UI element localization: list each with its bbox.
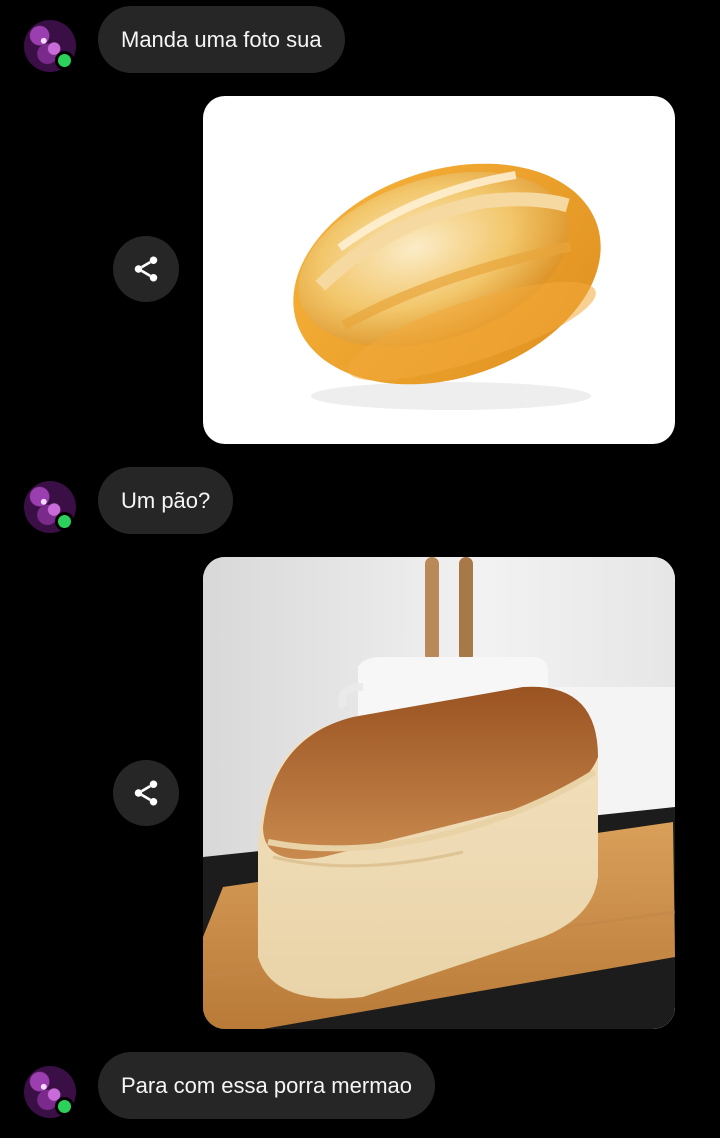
image-message-french-roll[interactable] xyxy=(203,96,675,444)
image-message-loaf[interactable] xyxy=(203,557,675,1029)
message-bubble[interactable]: Manda uma foto sua xyxy=(98,6,345,73)
message-bubble[interactable]: Para com essa porra mermao xyxy=(98,1052,435,1119)
share-button[interactable] xyxy=(113,236,179,302)
share-icon xyxy=(134,256,158,282)
online-status-dot xyxy=(55,512,74,531)
online-status-dot xyxy=(55,1097,74,1116)
message-bubble[interactable]: Um pão? xyxy=(98,467,234,534)
contact-avatar[interactable] xyxy=(24,481,76,533)
share-button[interactable] xyxy=(113,760,179,826)
contact-avatar[interactable] xyxy=(24,20,76,72)
online-status-dot xyxy=(55,51,74,70)
french-roll-bread-photo xyxy=(293,163,601,410)
loaf-bread-on-board-photo xyxy=(203,557,675,1029)
contact-avatar[interactable] xyxy=(24,1066,76,1118)
share-icon xyxy=(134,780,158,806)
